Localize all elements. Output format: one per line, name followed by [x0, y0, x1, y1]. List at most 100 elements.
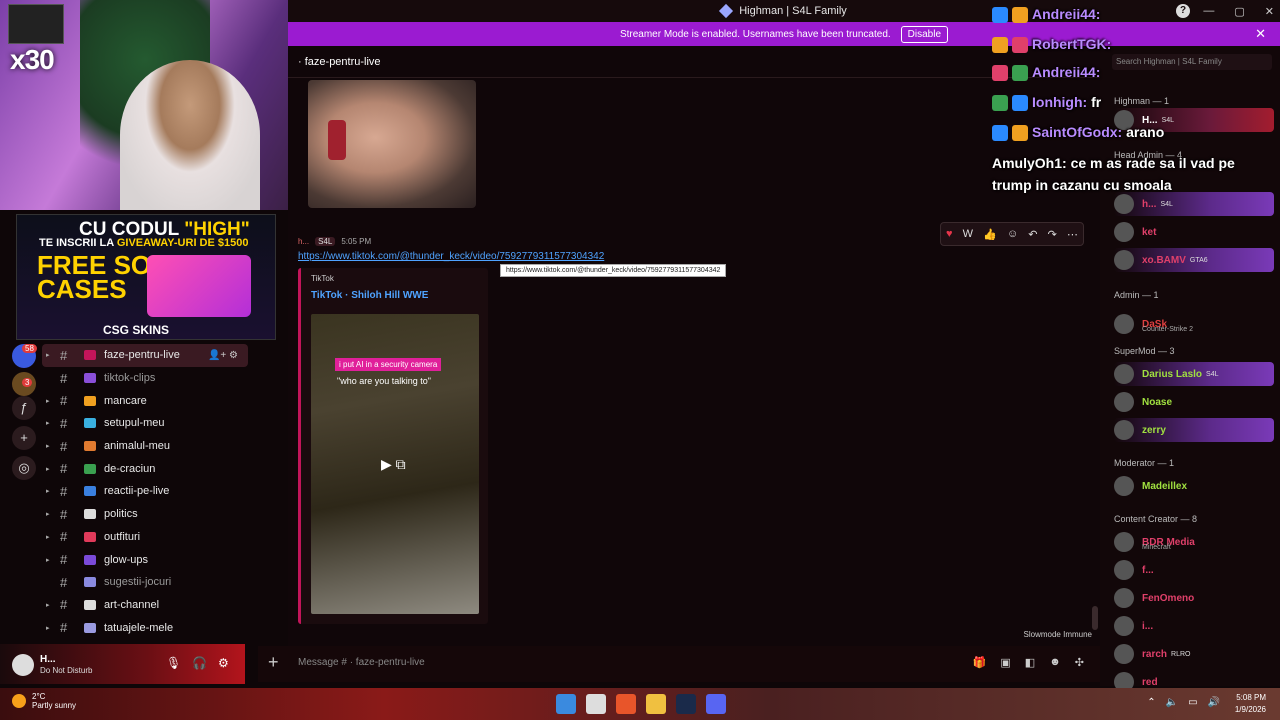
- member-item[interactable]: i...: [1114, 614, 1274, 638]
- hash-icon: #: [60, 506, 68, 522]
- chat-badge-icon: [992, 95, 1008, 112]
- channel-item[interactable]: ▸ # reactii-pe-live: [42, 480, 248, 503]
- maximize-button[interactable]: ▢: [1234, 5, 1244, 18]
- channel-label: de-craciun: [104, 462, 156, 475]
- app-icon: [719, 3, 734, 19]
- play-icon[interactable]: ▶ ⧉: [381, 456, 406, 473]
- taskbar-apps: [556, 694, 726, 714]
- brave-icon[interactable]: [616, 694, 636, 714]
- gift-icon[interactable]: 🎁: [973, 656, 987, 669]
- channel-item[interactable]: # sugestii-jocuri: [42, 571, 248, 594]
- member-item[interactable]: Darius Laslo S4L: [1114, 362, 1274, 386]
- channel-item[interactable]: ▸ # politics: [42, 503, 248, 526]
- message-actions: ♥ W 👍 ☺ ↶ ↷ ⋯: [940, 222, 1084, 246]
- member-item[interactable]: rarch RLRO: [1114, 642, 1274, 666]
- help-icon[interactable]: ?: [1176, 4, 1190, 18]
- channel-item[interactable]: ▸ # glow-ups: [42, 548, 248, 571]
- channel-item[interactable]: ▸ # animalul-meu: [42, 435, 248, 458]
- settings-gear-icon[interactable]: ⚙: [218, 656, 229, 670]
- message-image[interactable]: [308, 80, 476, 208]
- forward-icon[interactable]: ↷: [1048, 228, 1057, 241]
- channel-item[interactable]: ▸ # setupul-meu: [42, 412, 248, 435]
- mute-mic-icon[interactable]: 🎙: [166, 656, 181, 670]
- apps-icon[interactable]: ✣: [1075, 656, 1084, 669]
- reply-icon[interactable]: ↶: [1028, 228, 1037, 241]
- message-header: h... S4L 5:05 PM: [298, 237, 371, 246]
- hash-icon: #: [60, 438, 68, 454]
- channel-item[interactable]: ▸ # mancare: [42, 389, 248, 412]
- hash-icon: #: [60, 529, 68, 545]
- avatar[interactable]: [12, 654, 34, 676]
- member-item[interactable]: Madeillex: [1114, 474, 1274, 498]
- message-author[interactable]: h...: [298, 237, 309, 246]
- clock[interactable]: 5:08 PM 1/9/2026: [1235, 692, 1266, 716]
- slowmode-indicator: Slowmode Immune: [1023, 630, 1092, 639]
- attach-icon[interactable]: +: [268, 652, 279, 673]
- heart-reaction-icon[interactable]: ♥: [946, 228, 953, 240]
- w-reaction-icon[interactable]: W: [963, 228, 973, 240]
- task-view-icon[interactable]: [586, 694, 606, 714]
- channel-item[interactable]: ▸ # faze-pentru-live 👤+ ⚙: [42, 344, 248, 367]
- stream-chat-user: AmulyOh1:: [992, 155, 1067, 171]
- member-item[interactable]: Noase: [1114, 390, 1274, 414]
- deafen-icon[interactable]: 🎧: [192, 656, 207, 670]
- channel-emoji-icon: [84, 531, 96, 542]
- chevron-right-icon: ▸: [46, 511, 50, 519]
- avatar: [1114, 420, 1134, 440]
- member-item[interactable]: xo.BAMV GTA6: [1114, 248, 1274, 272]
- thumbs-up-icon[interactable]: 👍: [983, 228, 997, 241]
- add-server-icon[interactable]: +: [12, 426, 36, 450]
- chat-badge-icon: [1012, 95, 1028, 112]
- message-input[interactable]: Message # · faze-pentru-live: [298, 657, 425, 668]
- member-tag: GTA6: [1189, 256, 1208, 264]
- channel-item[interactable]: ▸ # tatuajele-mele: [42, 616, 248, 639]
- tiktok-link[interactable]: https://www.tiktok.com/@thunder_keck/vid…: [298, 251, 604, 262]
- start-icon[interactable]: [556, 694, 576, 714]
- embed-video[interactable]: i put AI in a security camera "who are y…: [311, 314, 479, 614]
- minimize-button[interactable]: —: [1203, 5, 1214, 17]
- chevron-right-icon: ▸: [46, 624, 50, 632]
- chevron-up-icon[interactable]: ⌃: [1147, 697, 1155, 708]
- discord-icon[interactable]: [706, 694, 726, 714]
- steam-icon[interactable]: [676, 694, 696, 714]
- channel-emoji-icon: [84, 463, 96, 474]
- network-icon[interactable]: ▭: [1188, 697, 1197, 708]
- camera-icon: [8, 4, 64, 44]
- member-item[interactable]: DaSk Counter-Strike 2: [1114, 312, 1274, 336]
- avatar: [1114, 392, 1134, 412]
- scrollbar[interactable]: [1092, 606, 1098, 630]
- hash-icon: #: [60, 552, 68, 568]
- window-controls: — ▢ ✕: [1203, 0, 1274, 22]
- channel-label: glow-ups: [104, 553, 149, 566]
- weather-widget[interactable]: 2°C Partly sunny: [12, 692, 76, 710]
- avatar: [1114, 364, 1134, 384]
- search-input[interactable]: Search Highman | S4L Family: [1112, 54, 1272, 70]
- add-reaction-icon[interactable]: ☺: [1007, 228, 1018, 240]
- emoji-icon[interactable]: ☻: [1049, 656, 1061, 669]
- more-icon[interactable]: ⋯: [1067, 228, 1078, 241]
- discover-icon[interactable]: ◎: [12, 456, 36, 480]
- member-item[interactable]: f...: [1114, 558, 1274, 582]
- message-time: 5:05 PM: [341, 237, 372, 246]
- avatar: [1114, 588, 1134, 608]
- banner-close-icon[interactable]: ✕: [1255, 26, 1266, 42]
- sticker-icon[interactable]: ◧: [1025, 656, 1035, 669]
- server-f-icon[interactable]: ƒ: [12, 396, 36, 420]
- stream-chat-user: RobertTGK:: [1032, 36, 1112, 52]
- gif-icon[interactable]: ▣: [1000, 656, 1010, 669]
- member-item[interactable]: BDR Media Minecraft: [1114, 530, 1274, 554]
- disable-button[interactable]: Disable: [900, 25, 949, 43]
- explorer-icon[interactable]: [646, 694, 666, 714]
- volume-icon[interactable]: 🔊: [1208, 697, 1220, 708]
- embed-title[interactable]: TikTok · Shiloh Hill WWE: [311, 290, 428, 301]
- channel-item[interactable]: ▸ # art-channel: [42, 594, 248, 617]
- channel-settings-icon[interactable]: 👤+ ⚙: [208, 350, 238, 361]
- close-button[interactable]: ✕: [1265, 5, 1274, 18]
- channel-item[interactable]: ▸ # de-craciun: [42, 457, 248, 480]
- member-item[interactable]: ket: [1114, 220, 1274, 244]
- member-item[interactable]: FenOmeno: [1114, 586, 1274, 610]
- member-item[interactable]: zerry: [1114, 418, 1274, 442]
- speaker-icon[interactable]: 🔈: [1166, 697, 1178, 708]
- channel-item[interactable]: ▸ # outfituri: [42, 526, 248, 549]
- channel-item[interactable]: # tiktok-clips: [42, 367, 248, 390]
